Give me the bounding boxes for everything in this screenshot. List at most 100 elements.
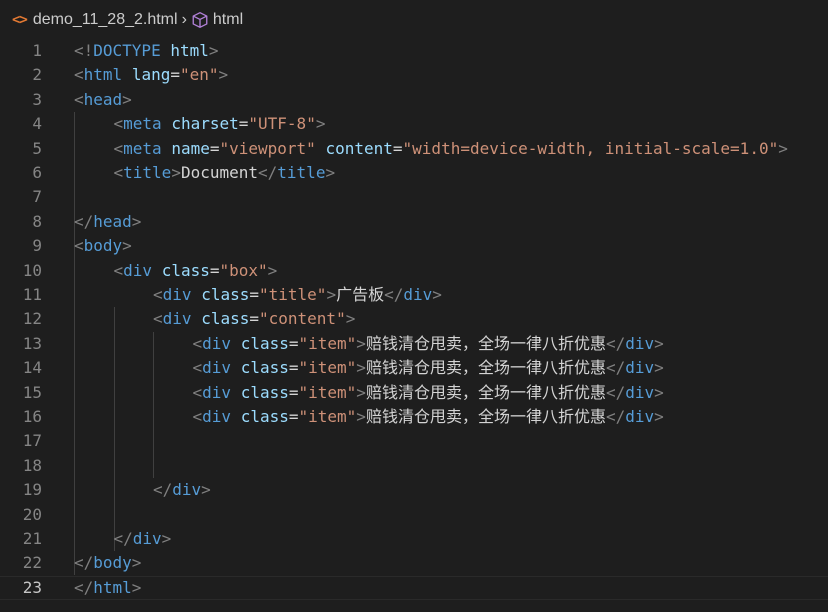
- code-line[interactable]: 8 </head>: [0, 210, 828, 234]
- code-content: </html>: [74, 576, 141, 600]
- line-number: 9: [32, 236, 42, 256]
- token-tag: html: [83, 65, 123, 85]
- token-eq: =: [249, 309, 259, 329]
- token-punct: >: [161, 529, 172, 548]
- token-punct: <: [74, 89, 84, 109]
- code-line[interactable]: 12 <div class="content">: [0, 307, 828, 331]
- token-str: "title": [259, 285, 327, 304]
- code-line[interactable]: 16 <div class="item">赔钱清仓甩卖，全场一律八折优惠</div…: [0, 405, 828, 429]
- token-text: 赔钱清仓甩卖，全场一律八折优惠: [365, 358, 606, 378]
- token-punct: >: [356, 333, 366, 353]
- token-punct: >: [432, 285, 442, 304]
- token-eq: =: [288, 358, 299, 378]
- token-tag: div: [202, 333, 232, 353]
- code-content: <div class="item">赔钱清仓甩卖，全场一律八折优惠</div>: [193, 332, 664, 356]
- code-editor[interactable]: 1 <!DOCTYPE html> 2 <html lang="en"> 3 <head>…: [0, 39, 828, 612]
- code-line[interactable]: 15 <div class="item">赔钱清仓甩卖，全场一律八折优惠</div…: [0, 381, 828, 405]
- token-attr: lang: [131, 65, 171, 85]
- token-punct: <: [192, 382, 203, 402]
- code-content: </body>: [74, 551, 141, 575]
- code-content: <div class="box">: [114, 259, 278, 283]
- token-punct: >: [315, 114, 326, 134]
- code-line[interactable]: 11 <div class="title">广告板</div>: [0, 283, 828, 307]
- code-line[interactable]: 6 <title>Document</title>: [0, 161, 828, 185]
- code-content: <meta name="viewport" content="width=dev…: [114, 137, 788, 161]
- token-punct: >: [356, 407, 366, 426]
- token-str: "box": [219, 260, 268, 280]
- code-content: <body>: [74, 234, 132, 258]
- code-line[interactable]: 1 <!DOCTYPE html>: [0, 39, 828, 63]
- code-line[interactable]: 4 <meta charset="UTF-8">: [0, 112, 828, 136]
- token-doctype: DOCTYPE: [93, 41, 161, 60]
- token-punct: <: [113, 260, 124, 280]
- code-line[interactable]: 3 <head>: [0, 88, 828, 112]
- token-text: 广告板: [336, 285, 385, 304]
- code-line[interactable]: 2 <html lang="en">: [0, 63, 828, 87]
- token-punct: <: [113, 163, 124, 182]
- code-line[interactable]: 14 <div class="item">赔钱清仓甩卖，全场一律八折优惠</div…: [0, 356, 828, 380]
- code-line[interactable]: 21 </div>: [0, 527, 828, 551]
- token-punct: >: [267, 260, 278, 280]
- code-line[interactable]: 5 <meta name="viewport" content="width=de…: [0, 137, 828, 161]
- line-number: 14: [22, 358, 42, 378]
- line-number: 8: [32, 211, 42, 231]
- token-tag: head: [93, 211, 132, 231]
- token-attr: class: [161, 260, 210, 280]
- token-eq: =: [288, 333, 299, 353]
- token-tag: div: [132, 529, 162, 548]
- code-content: <div class="item">赔钱清仓甩卖，全场一律八折优惠</div>: [193, 381, 664, 405]
- code-line[interactable]: 22 </body>: [0, 551, 828, 575]
- token-punct: >: [131, 553, 142, 573]
- line-number: 17: [22, 431, 42, 451]
- breadcrumb-node[interactable]: html: [213, 11, 243, 29]
- token-str: "width=device-width, initial-scale=1.0": [402, 138, 779, 158]
- code-line[interactable]: 17: [0, 429, 828, 453]
- code-line[interactable]: 7: [0, 185, 828, 209]
- token-str: "UTF-8": [248, 114, 316, 134]
- token-punct: >: [218, 65, 229, 85]
- token-punct: </: [74, 553, 94, 573]
- code-line[interactable]: 9 <body>: [0, 234, 828, 258]
- code-content: <meta charset="UTF-8">: [114, 112, 326, 136]
- code-line[interactable]: 23 </html>: [0, 576, 828, 600]
- token-tag: body: [93, 553, 132, 573]
- token-str: "viewport": [219, 138, 316, 158]
- token-attr: class: [240, 407, 289, 426]
- token-attr: content: [325, 138, 393, 158]
- token-tag: div: [202, 382, 232, 402]
- token-punct: </: [605, 382, 626, 402]
- token-str: "item": [298, 333, 357, 353]
- breadcrumb-file[interactable]: demo_11_28_2.html: [33, 11, 178, 29]
- token-punct: <: [153, 285, 163, 304]
- token-punct: </: [605, 333, 626, 353]
- code-content: <head>: [74, 88, 132, 112]
- token-attr: class: [240, 358, 289, 378]
- line-number: 5: [32, 138, 42, 158]
- code-content: </div>: [114, 527, 172, 551]
- token-text: Document: [180, 163, 259, 182]
- token-punct: >: [171, 163, 181, 182]
- token-tag: body: [83, 236, 123, 256]
- code-line[interactable]: 10 <div class="box">: [0, 259, 828, 283]
- token-punct: >: [356, 358, 366, 378]
- line-number: 13: [22, 333, 42, 353]
- code-line[interactable]: 20: [0, 503, 828, 527]
- code-line[interactable]: 18: [0, 454, 828, 478]
- token-eq: =: [209, 260, 220, 280]
- token-punct: >: [122, 236, 132, 256]
- code-line[interactable]: 19 </div>: [0, 478, 828, 502]
- line-number: 23: [22, 577, 42, 597]
- token-punct: >: [654, 382, 664, 402]
- code-content: <div class="item">赔钱清仓甩卖，全场一律八折优惠</div>: [193, 405, 664, 429]
- line-number: 21: [22, 529, 42, 548]
- token-text: 赔钱清仓甩卖，全场一律八折优惠: [365, 407, 606, 426]
- token-punct: >: [208, 41, 219, 60]
- code-line[interactable]: 13 <div class="item">赔钱清仓甩卖，全场一律八折优惠</div…: [0, 332, 828, 356]
- token-str: "item": [298, 407, 357, 426]
- line-number: 20: [22, 504, 42, 524]
- token-eq: =: [170, 65, 180, 85]
